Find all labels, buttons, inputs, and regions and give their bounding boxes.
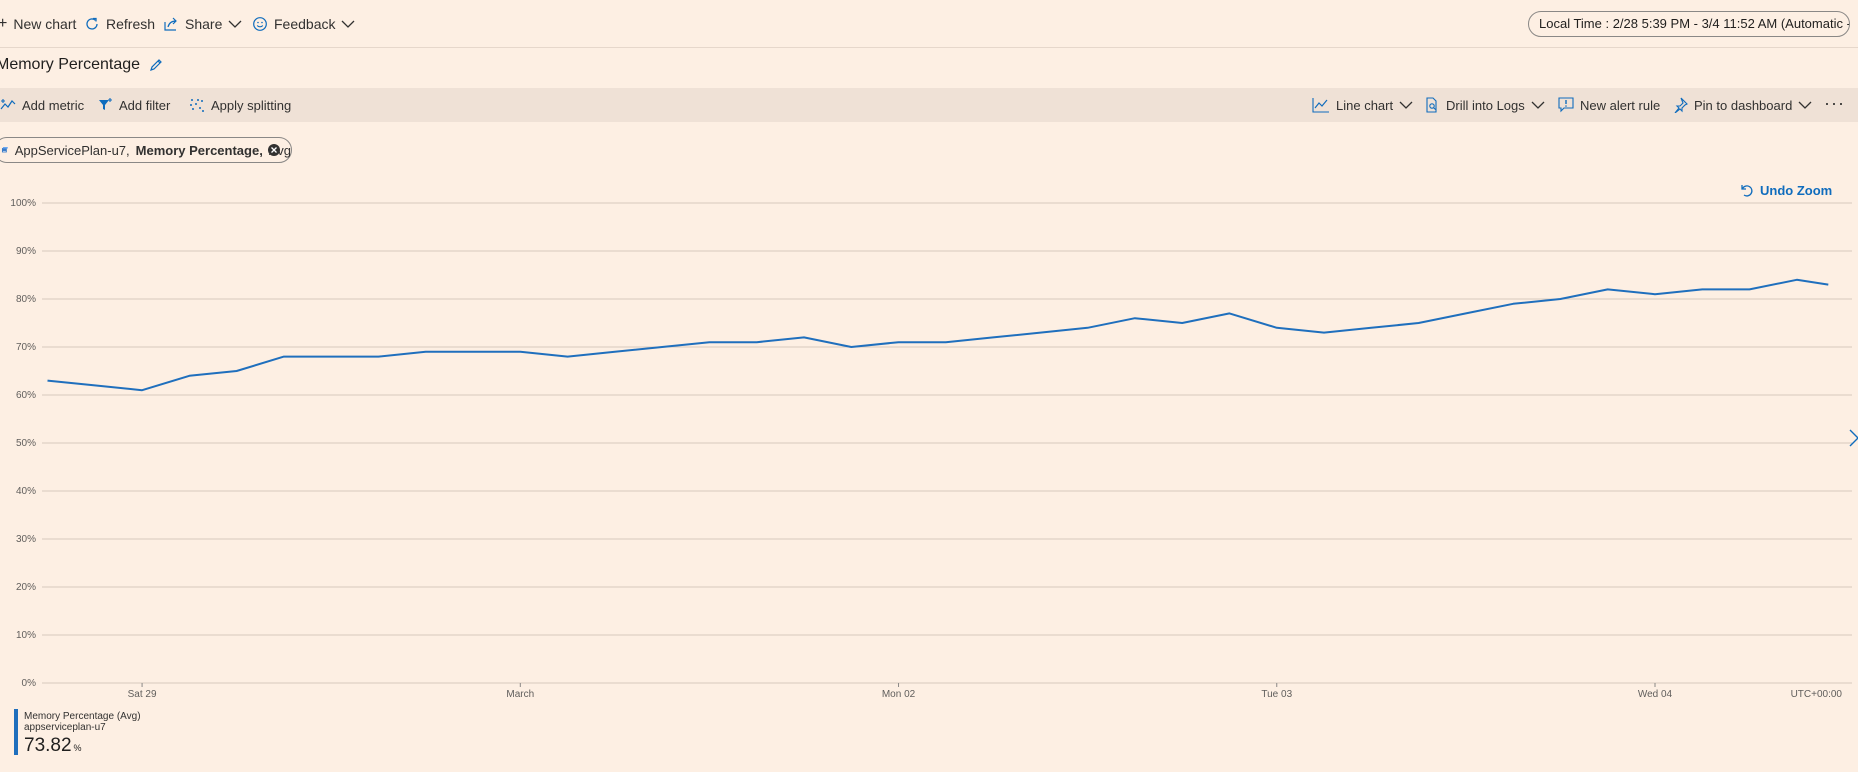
- apply-splitting-button[interactable]: Apply splitting: [189, 95, 291, 115]
- add-filter-button[interactable]: Add filter: [97, 95, 170, 115]
- more-options-button[interactable]: ···: [1824, 93, 1845, 114]
- share-button[interactable]: Share: [163, 14, 242, 34]
- x-axis-ticks: Sat 29 March Mon 02 Tue 03 Wed 04: [128, 683, 1673, 700]
- y-tick-label: 20%: [16, 582, 36, 593]
- line-chart-label: Line chart: [1336, 97, 1394, 113]
- share-label: Share: [185, 16, 223, 32]
- legend-value: 73.82%: [24, 735, 82, 757]
- y-tick-label: 30%: [16, 534, 36, 545]
- app-service-plan-icon: [1, 147, 8, 153]
- filter-icon: [99, 98, 112, 110]
- pin-icon: [1674, 97, 1688, 113]
- add-metric-button[interactable]: Add metric: [0, 95, 84, 115]
- y-tick-label: 80%: [16, 294, 36, 305]
- series-line[interactable]: [47, 278, 1829, 392]
- chevron-down-icon: [1399, 101, 1413, 109]
- apply-splitting-label: Apply splitting: [211, 97, 292, 113]
- legend-value-number: 73.82: [24, 735, 72, 756]
- pencil-icon[interactable]: [148, 57, 164, 73]
- y-axis-ticks: 0% 10% 20% 30% 40% 50% 60% 70% 80% 90% 100%: [10, 198, 36, 689]
- chevron-right-icon[interactable]: [1848, 428, 1858, 453]
- y-tick-label: 100%: [10, 198, 36, 209]
- refresh-button[interactable]: Refresh: [84, 14, 155, 34]
- plus-icon: +: [0, 15, 8, 32]
- alert-icon: [1558, 97, 1574, 113]
- feedback-label: Feedback: [274, 16, 336, 32]
- x-tick-label: March: [506, 689, 534, 700]
- legend-value-unit: %: [73, 743, 82, 753]
- add-metric-label: Add metric: [22, 97, 85, 113]
- y-tick-label: 60%: [16, 390, 36, 401]
- metric-name: Memory Percentage,: [135, 142, 263, 158]
- chart-plot[interactable]: 0% 10% 20% 30% 40% 50% 60% 70% 80% 90% 100% Sat 29…: [0, 185, 1858, 705]
- share-icon: [164, 17, 177, 31]
- new-chart-label: New chart: [13, 16, 77, 32]
- chevron-down-icon: [228, 20, 242, 28]
- legend-resource-name: appserviceplan-u7: [24, 722, 106, 733]
- page-title: Memory Percentage: [0, 56, 141, 73]
- smiley-icon: [253, 17, 267, 31]
- close-icon[interactable]: [267, 143, 281, 160]
- refresh-label: Refresh: [106, 16, 156, 32]
- pin-to-dashboard-label: Pin to dashboard: [1694, 97, 1793, 113]
- legend-series-name: Memory Percentage (Avg): [24, 711, 141, 722]
- x-tick-label: Tue 03: [1261, 689, 1292, 700]
- x-tick-label: Sat 29: [128, 689, 157, 700]
- metric-pill[interactable]: AppServicePlan-u7,Memory Percentage,Avg: [0, 137, 292, 163]
- timezone-label: UTC+00:00: [1791, 689, 1843, 700]
- splitting-icon: [190, 99, 204, 112]
- new-alert-rule-label: New alert rule: [1580, 97, 1661, 113]
- chart-type-dropdown[interactable]: Line chart: [1312, 95, 1413, 115]
- y-tick-label: 0%: [22, 678, 37, 689]
- command-bar: + New chart Refresh Share Feedback Local…: [0, 0, 1858, 48]
- y-tick-label: 40%: [16, 486, 36, 497]
- legend-color-swatch: [14, 709, 18, 755]
- y-tick-label: 90%: [16, 246, 36, 257]
- refresh-icon: [86, 17, 98, 30]
- metric-resource: AppServicePlan-u7,: [14, 142, 130, 158]
- metrics-explorer: + New chart Refresh Share Feedback Local…: [0, 0, 1858, 772]
- chevron-down-icon: [1798, 101, 1812, 109]
- y-tick-label: 70%: [16, 342, 36, 353]
- logs-icon: [1426, 97, 1437, 113]
- time-range-picker[interactable]: Local Time : 2/28 5:39 PM - 3/4 11:52 AM…: [1528, 11, 1850, 37]
- series-layer: [47, 278, 1829, 392]
- chevron-down-icon: [342, 20, 355, 28]
- chart-toolbar: Add metric Add filter Apply splitting Li…: [0, 88, 1858, 122]
- x-tick-label: Mon 02: [882, 689, 916, 700]
- y-tick-label: 10%: [16, 630, 36, 641]
- gridlines: [42, 202, 1852, 684]
- new-chart-button[interactable]: + New chart: [0, 14, 76, 34]
- add-filter-label: Add filter: [119, 97, 171, 113]
- drill-into-logs-label: Drill into Logs: [1446, 97, 1525, 113]
- y-tick-label: 50%: [16, 438, 36, 449]
- feedback-button[interactable]: Feedback: [252, 14, 355, 34]
- chevron-down-icon: [1531, 101, 1545, 109]
- add-metric-icon: [0, 99, 16, 110]
- chart-title-row: Memory Percentage: [0, 54, 164, 76]
- new-alert-rule-button[interactable]: New alert rule: [1558, 95, 1660, 115]
- drill-into-logs-dropdown[interactable]: Drill into Logs: [1424, 95, 1545, 115]
- pin-to-dashboard-dropdown[interactable]: Pin to dashboard: [1672, 95, 1812, 115]
- line-chart-icon: [1312, 98, 1329, 113]
- x-tick-label: Wed 04: [1638, 689, 1673, 700]
